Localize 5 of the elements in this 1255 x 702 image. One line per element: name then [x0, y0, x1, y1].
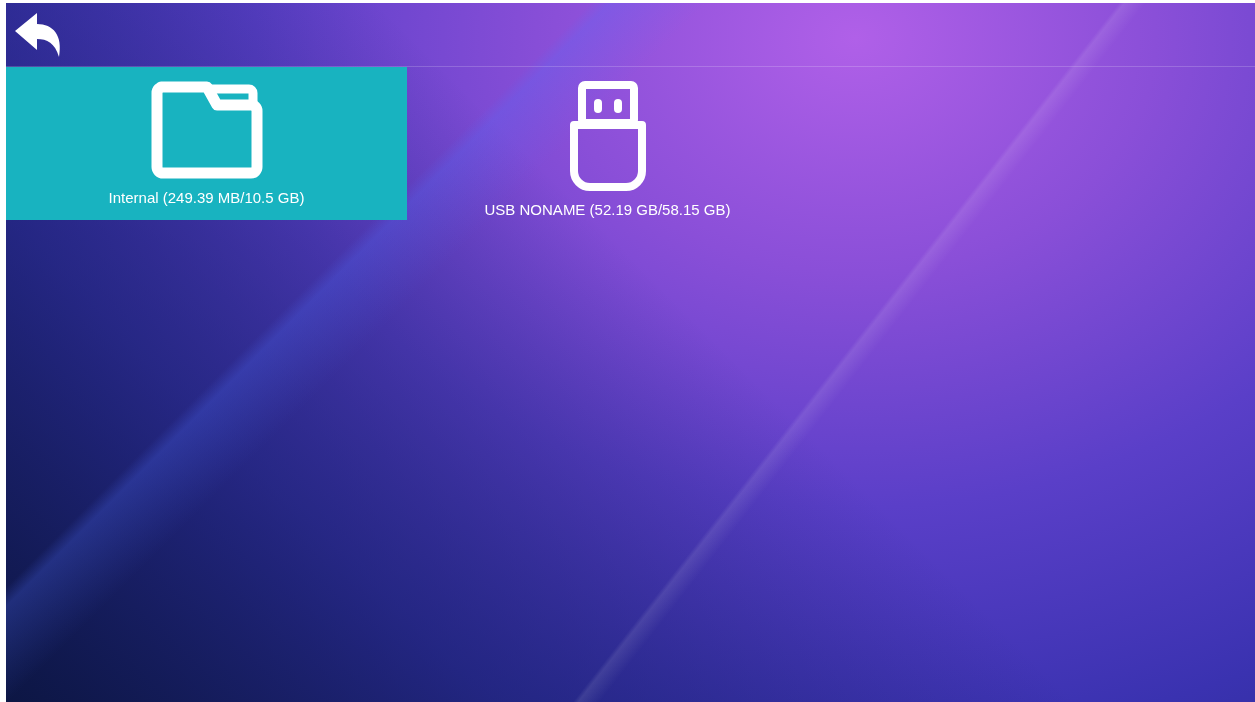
- storage-label: USB NONAME (52.19 GB/58.15 GB): [484, 201, 731, 218]
- storage-label: Internal (249.39 MB/10.5 GB): [108, 189, 305, 206]
- back-arrow-icon: [13, 10, 63, 59]
- folder-icon: [150, 81, 263, 179]
- storage-tile[interactable]: USB NONAME (52.19 GB/58.15 GB): [407, 67, 808, 220]
